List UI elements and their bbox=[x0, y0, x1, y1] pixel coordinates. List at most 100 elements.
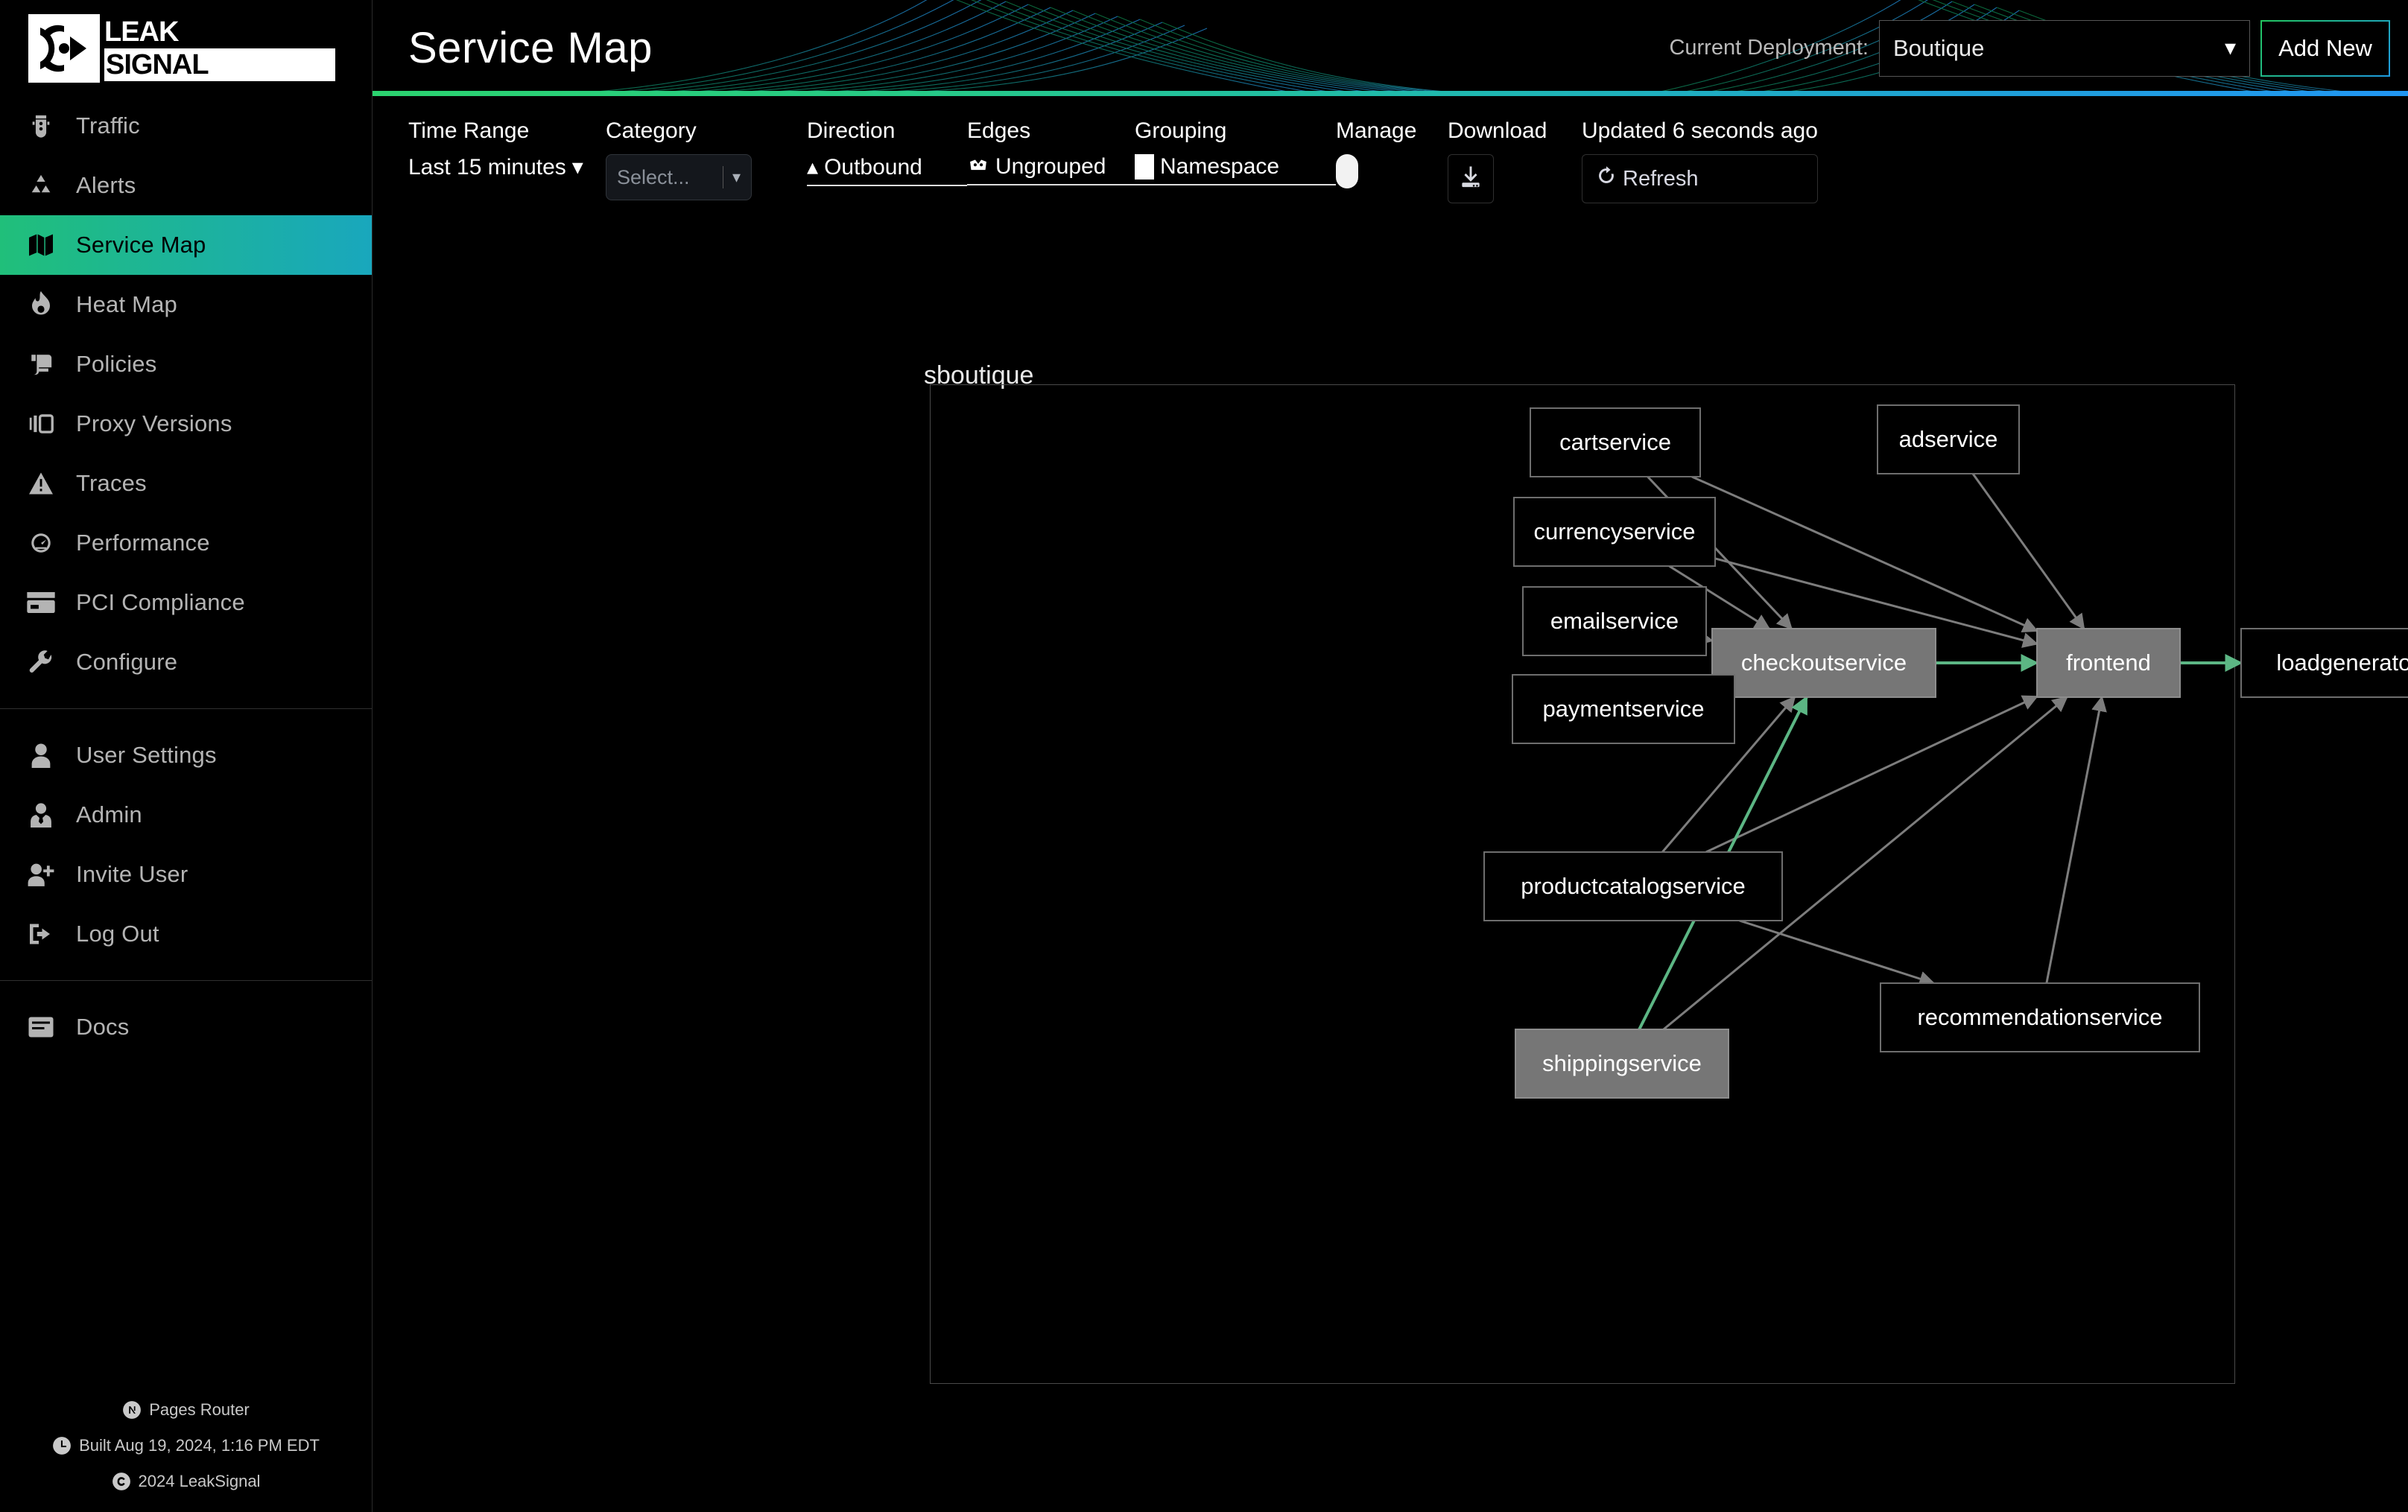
sidebar-item-label: Traces bbox=[76, 470, 147, 496]
service-node-label: recommendationservice bbox=[1917, 1004, 2162, 1030]
service-node-label: productcatalogservice bbox=[1521, 873, 1746, 899]
service-node-label: currencyservice bbox=[1533, 518, 1695, 544]
download-button[interactable] bbox=[1448, 154, 1494, 203]
sidebar-item-label: Invite User bbox=[76, 861, 188, 887]
service-node-label: emailservice bbox=[1550, 608, 1679, 634]
service-graph[interactable]: cartservice adservice currencyservice email… bbox=[373, 246, 2408, 1512]
sidebar: LEAK SIGNAL Traffic Alerts Service Map H… bbox=[0, 0, 373, 1512]
brand-line-1: LEAK bbox=[104, 16, 179, 48]
footer-router-label: Pages Router bbox=[149, 1400, 250, 1419]
footer-copyright: 2024 LeakSignal bbox=[112, 1472, 260, 1491]
app-root: LEAK SIGNAL Traffic Alerts Service Map H… bbox=[0, 0, 2408, 1512]
sidebar-item-label: PCI Compliance bbox=[76, 589, 245, 615]
deployment-select[interactable]: Boutique ▾ bbox=[1879, 19, 2250, 77]
category-group: Category Select... ▾ bbox=[606, 118, 807, 200]
sidebar-item-service-map[interactable]: Service Map bbox=[0, 215, 372, 275]
clock-icon bbox=[52, 1436, 72, 1455]
refresh-button[interactable]: Refresh bbox=[1582, 154, 1818, 203]
brand-logo[interactable]: LEAK SIGNAL bbox=[0, 0, 372, 96]
warning-triangle-icon bbox=[24, 471, 58, 495]
sidebar-nav: Traffic Alerts Service Map Heat Map Poli… bbox=[0, 96, 372, 1057]
sidebar-item-policies[interactable]: Policies bbox=[0, 334, 372, 394]
manage-label: Manage bbox=[1336, 118, 1417, 143]
sidebar-item-configure[interactable]: Configure bbox=[0, 632, 372, 692]
category-select[interactable]: Select... ▾ bbox=[606, 154, 752, 200]
sidebar-item-invite-user[interactable]: Invite User bbox=[0, 845, 372, 904]
time-range-dropdown[interactable]: Last 15 minutes ▾ bbox=[408, 154, 606, 180]
sidebar-item-label: Docs bbox=[76, 1014, 130, 1040]
footer-built-label: Built Aug 19, 2024, 1:16 PM EDT bbox=[79, 1436, 320, 1455]
ungrouped-icon bbox=[967, 159, 989, 175]
square-icon bbox=[1135, 154, 1154, 180]
footer-router: Pages Router bbox=[122, 1400, 250, 1420]
graph-edge[interactable] bbox=[1705, 695, 2038, 854]
service-map-canvas[interactable]: sboutique cartservice adservice currencyse… bbox=[373, 246, 2408, 1512]
sidebar-item-label: Traffic bbox=[76, 112, 140, 139]
sidebar-item-pci-compliance[interactable]: PCI Compliance bbox=[0, 573, 372, 632]
filters-toolbar: Time Range Last 15 minutes ▾ Category Se… bbox=[373, 96, 2408, 203]
service-node-label: paymentservice bbox=[1542, 696, 1704, 722]
sidebar-item-user-settings[interactable]: User Settings bbox=[0, 725, 372, 785]
category-label: Category bbox=[606, 118, 697, 143]
deployment-value: Boutique bbox=[1893, 34, 1985, 61]
sidebar-item-docs[interactable]: Docs bbox=[0, 997, 372, 1057]
user-icon bbox=[24, 743, 58, 768]
caret-down-icon: ▾ bbox=[571, 155, 583, 180]
graph-edge[interactable] bbox=[1691, 475, 2038, 632]
graph-edge[interactable] bbox=[1739, 919, 1936, 987]
grouping-label: Grouping bbox=[1135, 118, 1227, 143]
proxy-icon bbox=[24, 412, 58, 436]
book-icon bbox=[24, 1016, 58, 1038]
chevron-down-icon: ▾ bbox=[2224, 36, 2236, 60]
main-content: Service Map Current Deployment: Boutique… bbox=[373, 0, 2408, 1512]
sidebar-divider-2 bbox=[0, 980, 372, 981]
sidebar-item-log-out[interactable]: Log Out bbox=[0, 904, 372, 964]
sidebar-item-traffic[interactable]: Traffic bbox=[0, 96, 372, 156]
sidebar-item-label: Configure bbox=[76, 649, 178, 675]
grouping-toggle[interactable]: Namespace bbox=[1135, 154, 1336, 185]
edges-value: Ungrouped bbox=[995, 154, 1106, 179]
edges-toggle[interactable]: Ungrouped bbox=[967, 154, 1135, 185]
updated-label: Updated 6 seconds ago bbox=[1582, 118, 1818, 143]
direction-toggle[interactable]: ▴ Outbound bbox=[807, 154, 967, 186]
user-tie-icon bbox=[24, 802, 58, 828]
page-title: Service Map bbox=[408, 24, 653, 72]
sidebar-item-proxy-versions[interactable]: Proxy Versions bbox=[0, 394, 372, 454]
sidebar-item-traces[interactable]: Traces bbox=[0, 454, 372, 513]
time-range-group: Time Range Last 15 minutes ▾ bbox=[408, 118, 606, 180]
sidebar-footer: Pages Router Built Aug 19, 2024, 1:16 PM… bbox=[0, 1400, 372, 1512]
sidebar-item-heat-map[interactable]: Heat Map bbox=[0, 275, 372, 334]
graph-edge[interactable] bbox=[2045, 695, 2107, 984]
sidebar-item-alerts[interactable]: Alerts bbox=[0, 156, 372, 215]
sidebar-item-performance[interactable]: Performance bbox=[0, 513, 372, 573]
grouping-value: Namespace bbox=[1160, 154, 1280, 179]
top-bar: Service Map Current Deployment: Boutique… bbox=[373, 0, 2408, 96]
deployment-controls: Current Deployment: Boutique ▾ Add New bbox=[1669, 0, 2390, 96]
deployment-label: Current Deployment: bbox=[1669, 36, 1869, 60]
download-icon bbox=[1460, 165, 1482, 193]
add-new-button[interactable]: Add New bbox=[2260, 20, 2390, 77]
service-node-label: cartservice bbox=[1559, 429, 1671, 455]
category-placeholder: Select... bbox=[617, 165, 690, 188]
traffic-light-icon bbox=[24, 111, 58, 141]
sidebar-divider-1 bbox=[0, 708, 372, 709]
credit-card-icon bbox=[24, 592, 58, 613]
sidebar-item-label: Policies bbox=[76, 351, 157, 377]
sidebar-item-admin[interactable]: Admin bbox=[0, 785, 372, 845]
brand-line-2: SIGNAL bbox=[104, 48, 335, 81]
edges-label: Edges bbox=[967, 118, 1031, 143]
manage-toggle[interactable] bbox=[1336, 154, 1358, 188]
time-range-value: Last 15 minutes bbox=[408, 154, 566, 180]
sidebar-item-label: User Settings bbox=[76, 742, 217, 768]
caret-up-icon: ▴ bbox=[807, 155, 819, 180]
copyright-icon bbox=[112, 1472, 131, 1491]
header-accent-line bbox=[373, 91, 2408, 96]
sidebar-item-label: Log Out bbox=[76, 921, 159, 947]
direction-value: Outbound bbox=[824, 154, 922, 180]
edges-group: Edges Ungrouped bbox=[967, 118, 1135, 185]
sidebar-item-label: Proxy Versions bbox=[76, 410, 232, 436]
updated-group: Updated 6 seconds ago Refresh bbox=[1582, 118, 1818, 203]
service-node-label: shippingservice bbox=[1542, 1050, 1702, 1076]
graph-edge[interactable] bbox=[1696, 630, 1714, 646]
graph-edge[interactable] bbox=[1971, 473, 2085, 630]
